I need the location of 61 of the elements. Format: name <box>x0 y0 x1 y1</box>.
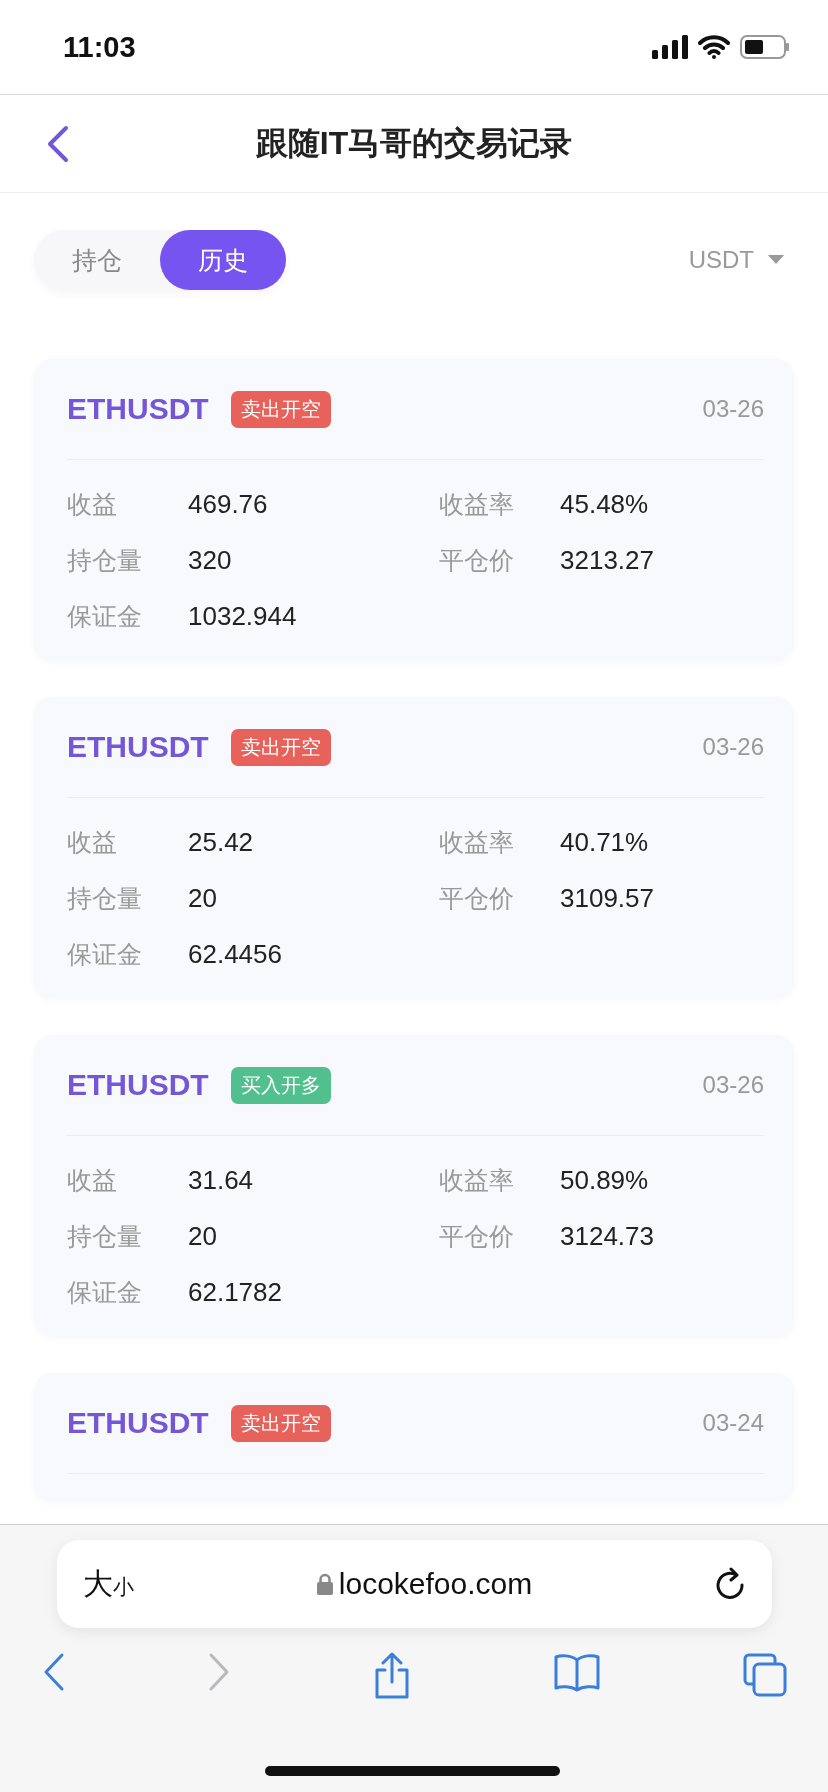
trade-date: 03-26 <box>702 1071 764 1099</box>
currency-dropdown[interactable]: USDT <box>688 246 794 274</box>
field-value: 3109.57 <box>560 883 654 914</box>
field-value: 20 <box>188 1221 217 1252</box>
side-tag: 卖出开空 <box>230 728 331 766</box>
tabs-button[interactable] <box>742 1652 788 1700</box>
field-value: 25.42 <box>188 827 254 858</box>
lock-icon <box>316 1573 333 1595</box>
field-label: 保证金 <box>67 1277 142 1308</box>
reload-icon[interactable] <box>715 1567 746 1601</box>
book-icon <box>553 1652 601 1692</box>
field-label: 持仓量 <box>67 545 142 576</box>
field-value: 3213.27 <box>560 545 654 576</box>
side-tag: 卖出开空 <box>230 390 331 428</box>
wifi-icon <box>698 35 730 59</box>
field-label: 持仓量 <box>67 883 142 914</box>
field-value: 62.1782 <box>188 1277 282 1308</box>
symbol: ETHUSDT <box>67 1068 209 1102</box>
trade-date: 03-26 <box>702 395 764 423</box>
back-icon <box>42 1652 66 1692</box>
text-size-button[interactable]: 大小 <box>82 1563 134 1605</box>
signal-icon <box>652 35 688 59</box>
side-tag: 买入开多 <box>230 1066 331 1104</box>
field-value: 45.48% <box>560 489 649 520</box>
caret-icon <box>768 255 784 265</box>
field-value: 20 <box>188 883 217 914</box>
field-value: 1032.944 <box>188 601 297 632</box>
field-label: 保证金 <box>67 601 142 632</box>
symbol: ETHUSDT <box>67 1406 209 1440</box>
battery-icon <box>740 35 790 59</box>
field-label: 收益率 <box>439 489 514 520</box>
trade-date: 03-26 <box>702 733 764 761</box>
address-bar[interactable]: 大小 locokefoo.com <box>56 1540 772 1628</box>
field-value: 62.4456 <box>188 939 282 970</box>
tab[interactable]: 历史 <box>160 230 286 290</box>
field-label: 平仓价 <box>439 1221 514 1252</box>
symbol: ETHUSDT <box>67 730 209 764</box>
url-text: locokefoo.com <box>338 1567 533 1601</box>
field-label: 平仓价 <box>439 545 514 576</box>
field-value: 50.89% <box>560 1165 649 1196</box>
field-label: 持仓量 <box>67 1221 142 1252</box>
field-value: 469.76 <box>188 489 268 520</box>
field-label: 收益率 <box>439 1165 514 1196</box>
field-value: 31.64 <box>188 1165 254 1196</box>
field-label: 收益 <box>67 827 117 858</box>
field-label: 平仓价 <box>439 883 514 914</box>
trade-date: 03-24 <box>702 1409 764 1437</box>
field-label: 收益 <box>67 1165 117 1196</box>
field-value: 320 <box>188 545 232 576</box>
tabs-icon <box>742 1652 788 1698</box>
side-tag: 卖出开空 <box>230 1404 331 1442</box>
field-label: 保证金 <box>67 939 142 970</box>
symbol: ETHUSDT <box>67 392 209 426</box>
status-time: 11:03 <box>63 30 136 64</box>
page-title: 跟随IT马哥的交易记录 <box>255 123 573 163</box>
tab[interactable]: 持仓 <box>34 230 160 290</box>
field-value: 3124.73 <box>560 1221 654 1252</box>
field-label: 收益 <box>67 489 117 520</box>
field-value: 40.71% <box>560 827 649 858</box>
field-label: 收益率 <box>439 827 514 858</box>
forward-icon <box>207 1652 231 1692</box>
